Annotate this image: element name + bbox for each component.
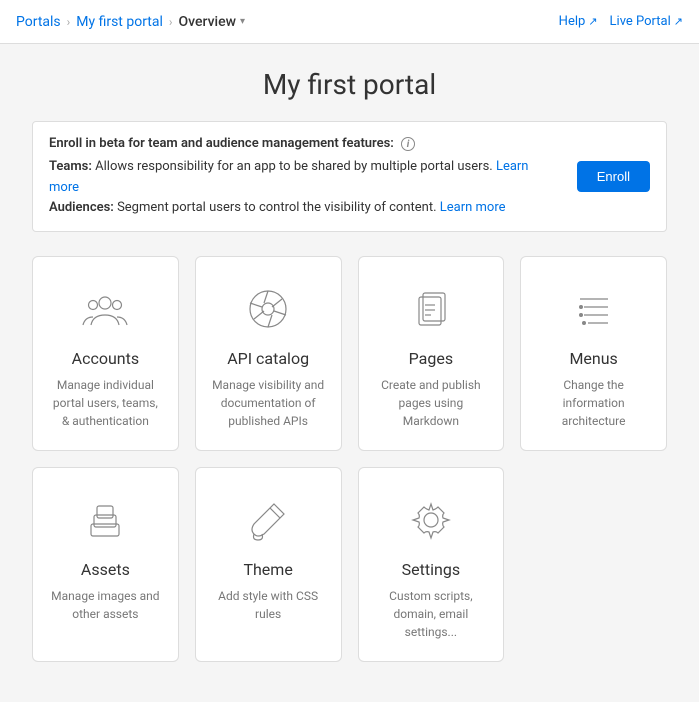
card-menus[interactable]: Menus Change the information architectur… [520, 256, 667, 451]
card-theme[interactable]: Theme Add style with CSS rules [195, 467, 342, 662]
accounts-icon [77, 281, 133, 337]
card-settings[interactable]: Settings Custom scripts, domain, email s… [358, 467, 505, 662]
card-api-catalog[interactable]: API catalog Manage visibility and docume… [195, 256, 342, 451]
menus-icon [566, 281, 622, 337]
settings-desc: Custom scripts, domain, email settings..… [375, 587, 488, 641]
settings-icon [403, 492, 459, 548]
audiences-desc: Segment portal users to control the visi… [117, 200, 436, 215]
theme-desc: Add style with CSS rules [212, 587, 325, 623]
card-pages[interactable]: Pages Create and publish pages using Mar… [358, 256, 505, 451]
audiences-learn-more[interactable]: Learn more [440, 200, 506, 215]
audiences-label: Audiences: [49, 200, 114, 215]
breadcrumb-portal[interactable]: My first portal [76, 14, 163, 30]
live-portal-link[interactable]: Live Portal ↗ [610, 14, 683, 29]
live-portal-external-icon: ↗ [674, 15, 683, 28]
cards-row-2: Assets Manage images and other assets Th… [32, 467, 667, 662]
api-catalog-desc: Manage visibility and documentation of p… [212, 376, 325, 430]
beta-info-icon[interactable]: i [401, 137, 415, 151]
breadcrumb-current: Overview ▾ [179, 14, 246, 30]
breadcrumb: Portals › My first portal › Overview ▾ [16, 14, 245, 30]
accounts-title: Accounts [72, 349, 139, 368]
card-assets[interactable]: Assets Manage images and other assets [32, 467, 179, 662]
breadcrumb-sep-2: › [169, 15, 173, 29]
card-accounts[interactable]: Accounts Manage individual portal users,… [32, 256, 179, 451]
beta-banner: Enroll in beta for team and audience man… [32, 121, 667, 232]
beta-teams-line: Teams: Allows responsibility for an app … [49, 157, 561, 199]
breadcrumb-dropdown-arrow[interactable]: ▾ [240, 16, 245, 27]
theme-title: Theme [243, 560, 292, 579]
assets-desc: Manage images and other assets [49, 587, 162, 623]
pages-desc: Create and publish pages using Markdown [375, 376, 488, 430]
assets-icon [77, 492, 133, 548]
enroll-button[interactable]: Enroll [577, 161, 650, 192]
api-catalog-icon [240, 281, 296, 337]
help-external-icon: ↗ [588, 15, 597, 28]
beta-title: Enroll in beta for team and audience man… [49, 134, 561, 155]
breadcrumb-portals[interactable]: Portals [16, 14, 61, 30]
pages-icon [403, 281, 459, 337]
breadcrumb-sep-1: › [67, 15, 71, 29]
topbar: Portals › My first portal › Overview ▾ H… [0, 0, 699, 44]
help-label: Help [559, 14, 586, 29]
pages-title: Pages [409, 349, 453, 368]
cards-row-1: Accounts Manage individual portal users,… [32, 256, 667, 451]
beta-text: Enroll in beta for team and audience man… [49, 134, 561, 219]
theme-icon [240, 492, 296, 548]
menus-desc: Change the information architecture [537, 376, 650, 430]
api-catalog-title: API catalog [227, 349, 309, 368]
topbar-right: Help ↗ Live Portal ↗ [559, 14, 683, 29]
main-content: My first portal Enroll in beta for team … [0, 44, 699, 702]
menus-title: Menus [569, 349, 617, 368]
card-empty [520, 467, 667, 662]
help-link[interactable]: Help ↗ [559, 14, 598, 29]
live-portal-label: Live Portal [610, 14, 671, 29]
teams-desc: Allows responsibility for an app to be s… [95, 159, 493, 174]
beta-audiences-line: Audiences: Segment portal users to contr… [49, 198, 561, 219]
accounts-desc: Manage individual portal users, teams, &… [49, 376, 162, 430]
breadcrumb-current-label: Overview [179, 14, 236, 30]
assets-title: Assets [81, 560, 130, 579]
teams-label: Teams: [49, 159, 92, 174]
page-title: My first portal [32, 68, 667, 101]
settings-title: Settings [402, 560, 460, 579]
